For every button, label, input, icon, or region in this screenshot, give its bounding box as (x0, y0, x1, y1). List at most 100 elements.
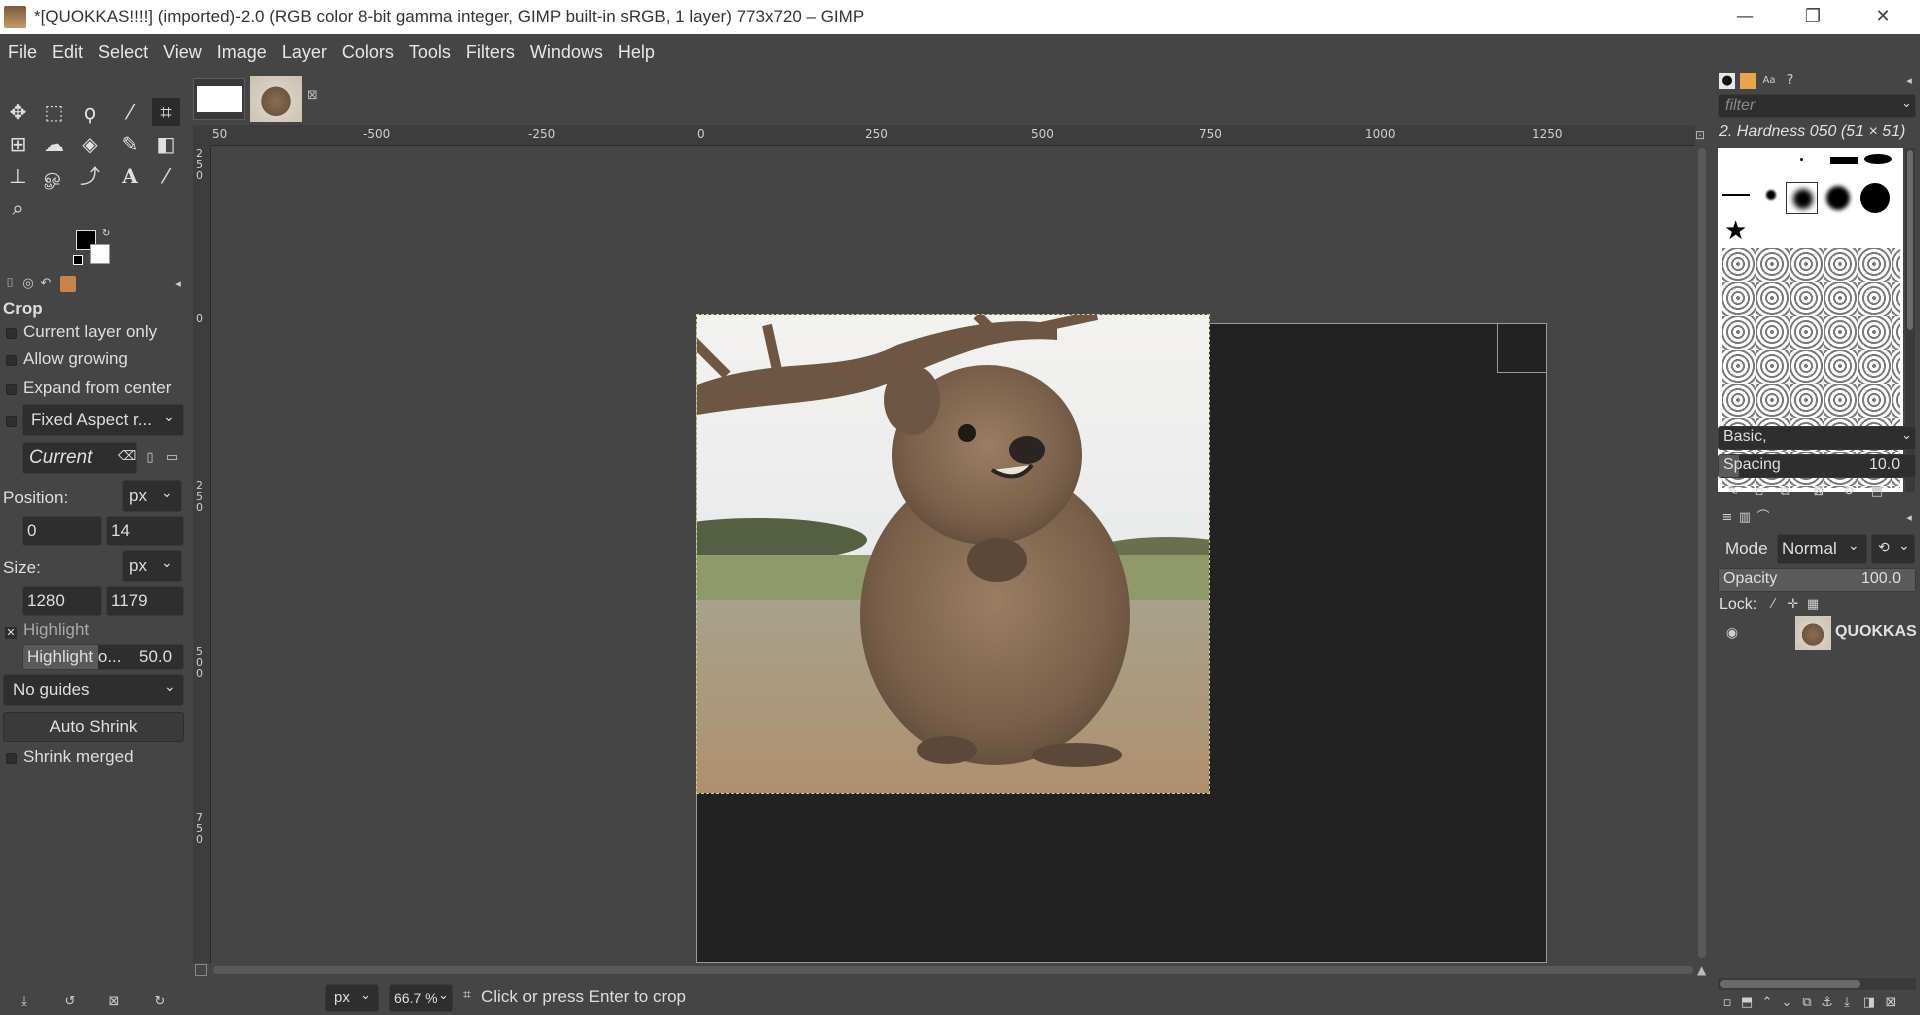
brush-preset-dropdown[interactable]: Basic, ⌄ (1718, 426, 1916, 450)
position-unit-dropdown[interactable]: px ⌄ (122, 480, 182, 512)
configure-tab-icon[interactable]: ◂ (170, 276, 186, 292)
layer-row[interactable]: ◉ QUOKKAS (1715, 614, 1920, 652)
crop-handle-top-right[interactable] (1497, 323, 1547, 373)
close-tab-icon[interactable]: ⊠ (307, 88, 318, 103)
highlight-checkbox[interactable]: ✕ (5, 627, 17, 639)
lock-alpha-icon[interactable]: ▦ (1805, 597, 1821, 613)
fixed-aspect-checkbox[interactable] (6, 416, 17, 427)
menu-select[interactable]: Select (90, 34, 155, 70)
warp-transform-tool-icon[interactable]: ☁ (40, 130, 68, 158)
eye-visibility-icon[interactable]: ◉ (1724, 625, 1740, 641)
lasso-tool-icon[interactable]: ϙ (76, 98, 104, 126)
vertical-scrollbar[interactable] (1695, 146, 1709, 963)
restore-button[interactable]: ❐ (1784, 0, 1842, 34)
new-layer-icon[interactable]: ▫ (1719, 995, 1735, 1011)
refresh-brushes-icon[interactable]: ↻ (1841, 484, 1857, 500)
current-layer-only-checkbox[interactable] (6, 328, 17, 339)
layer-mask-icon[interactable]: ◨ (1861, 995, 1877, 1011)
image-tab-blank[interactable] (193, 78, 245, 120)
reset-options-icon[interactable]: ↻ (152, 994, 168, 1010)
menu-filters[interactable]: Filters (458, 34, 522, 70)
save-options-icon[interactable]: ⤓ (16, 994, 32, 1010)
default-colors-icon[interactable] (73, 255, 83, 265)
undo-history-tab-icon[interactable]: ↶ (38, 276, 54, 292)
menu-colors[interactable]: Colors (334, 34, 401, 70)
size-height-field[interactable]: 1179 (106, 586, 184, 616)
aspect-value-field[interactable]: Current ⌫ (22, 442, 137, 474)
new-brush-icon[interactable]: ▫ (1751, 484, 1767, 500)
tool-options-tab-icon[interactable]: ⌷ (2, 276, 18, 292)
zoom-to-window-icon[interactable]: ⊡ (1695, 128, 1709, 142)
expand-from-center-checkbox[interactable] (6, 384, 17, 395)
brush-grid-scrollbar-thumb[interactable] (1907, 150, 1913, 330)
images-tab-icon[interactable] (60, 276, 76, 292)
size-unit-dropdown[interactable]: px ⌄ (122, 550, 182, 582)
navigate-icon[interactable]: ▲ (1697, 963, 1711, 977)
layer-opacity-slider[interactable]: Opacity 100.0 (1718, 568, 1916, 592)
fuzzy-select-tool-icon[interactable]: ⁄ (116, 98, 144, 126)
quick-mask-toggle[interactable] (195, 964, 207, 976)
vertical-ruler[interactable]: 250 0 250 500 750 (193, 146, 211, 963)
crop-tool-icon[interactable]: ⌗ (152, 98, 180, 126)
clear-field-icon[interactable]: ⌫ (118, 448, 136, 464)
menu-tools[interactable]: Tools (401, 34, 458, 70)
highlight-opacity-slider[interactable]: Highlight o... 50.0 (22, 644, 184, 670)
open-brush-icon[interactable]: ⬒ (1869, 484, 1885, 500)
image-tab-quokka[interactable] (250, 76, 302, 122)
lock-pixels-icon[interactable]: ⁄ (1765, 597, 1781, 613)
spacing-slider[interactable]: Spacing 10.0 (1718, 454, 1916, 478)
menu-windows[interactable]: Windows (522, 34, 610, 70)
new-layer-group-icon[interactable]: ⬒ (1739, 995, 1755, 1011)
brush-swatch[interactable] (1860, 183, 1890, 213)
menu-file[interactable]: File (0, 34, 44, 70)
text-tool-icon[interactable]: A (116, 162, 144, 190)
auto-shrink-button[interactable]: Auto Shrink (3, 712, 184, 742)
fonts-tab-icon[interactable]: Aa (1761, 73, 1777, 89)
configure-tab-icon[interactable]: ◂ (1901, 510, 1917, 526)
smudge-tool-icon[interactable]: ௐ (40, 162, 68, 190)
brush-filter-input[interactable]: filter ⌄ (1718, 94, 1916, 118)
portrait-icon[interactable]: ▯ (142, 450, 158, 466)
delete-options-icon[interactable]: ⊠ (106, 994, 122, 1010)
layers-h-scrollbar[interactable] (1718, 978, 1916, 990)
eraser-tool-icon[interactable]: ◧ (152, 130, 180, 158)
size-width-field[interactable]: 1280 (22, 586, 102, 616)
shrink-merged-checkbox[interactable] (6, 753, 17, 764)
bucket-fill-tool-icon[interactable]: ◈ (76, 130, 104, 158)
brush-swatch[interactable] (1830, 157, 1858, 164)
horizontal-scrollbar[interactable] (211, 963, 1695, 977)
unit-dropdown[interactable]: px ⌄ (325, 984, 379, 1012)
brush-swatch[interactable] (1826, 186, 1850, 210)
color-picker-tool-icon[interactable]: ⁄ (152, 162, 180, 190)
paths-tool-icon[interactable]: ⤴ (76, 162, 104, 190)
clone-tool-icon[interactable]: ⊥ (4, 162, 32, 190)
configure-tab-icon[interactable]: ◂ (1901, 73, 1917, 89)
duplicate-layer-icon[interactable]: ⧉ (1799, 995, 1815, 1011)
layer-name[interactable]: QUOKKAS (1835, 623, 1917, 641)
allow-growing-checkbox[interactable] (6, 355, 17, 366)
paths-tab-icon[interactable]: ⌒ (1755, 510, 1771, 526)
horizontal-scrollbar-thumb[interactable] (213, 966, 1693, 974)
vertical-scrollbar-thumb[interactable] (1698, 148, 1706, 958)
menu-edit[interactable]: Edit (44, 34, 90, 70)
layer-mode-dropdown[interactable]: Normal ⌄ (1777, 534, 1867, 564)
restore-options-icon[interactable]: ↺ (62, 994, 78, 1010)
device-status-tab-icon[interactable]: ◎ (20, 276, 36, 292)
menu-image[interactable]: Image (209, 34, 274, 70)
channels-tab-icon[interactable]: ▥ (1737, 510, 1753, 526)
composite-mode-dropdown[interactable]: ⟲ ⌄ (1871, 534, 1915, 564)
zoom-tool-icon[interactable]: ⌕ (4, 194, 32, 222)
brush-swatch[interactable] (1800, 158, 1803, 161)
paintbrush-tool-icon[interactable]: ✎ (116, 130, 144, 158)
landscape-icon[interactable]: ▭ (164, 450, 180, 466)
move-tool-icon[interactable]: ✥ (4, 98, 32, 126)
layers-h-scrollbar-thumb[interactable] (1720, 980, 1860, 988)
close-window-button[interactable]: ✕ (1854, 0, 1912, 34)
lower-layer-icon[interactable]: ⌄ (1779, 995, 1795, 1011)
background-color-swatch[interactable] (90, 244, 110, 264)
brush-swatch[interactable] (1864, 154, 1892, 164)
delete-brush-icon[interactable]: ⊠ (1811, 484, 1827, 500)
duplicate-brush-icon[interactable]: ⧉ (1777, 484, 1793, 500)
menu-help[interactable]: Help (610, 34, 662, 70)
delete-layer-icon[interactable]: ⊠ (1883, 995, 1899, 1011)
